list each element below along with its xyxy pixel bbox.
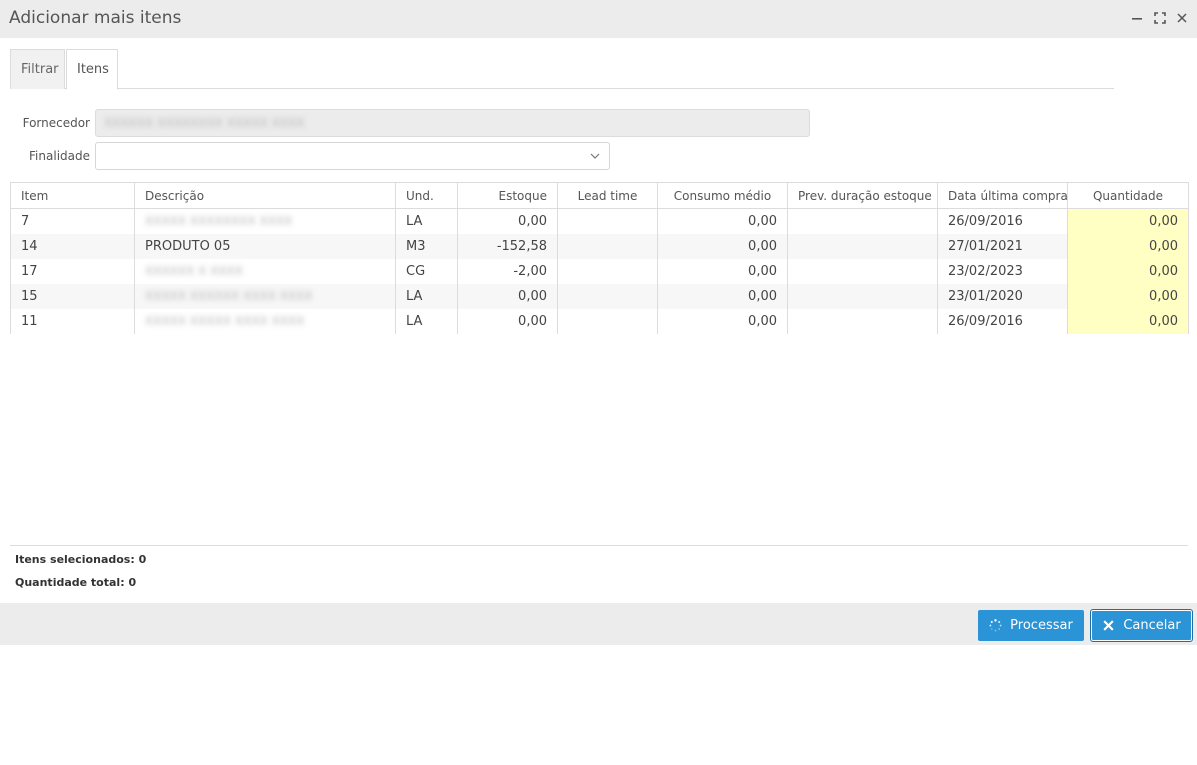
maximize-icon[interactable] <box>1153 11 1167 25</box>
cell-item: 11 <box>10 308 135 334</box>
cell-prev-duracao <box>787 233 938 259</box>
tab-filtrar[interactable]: Filtrar <box>10 49 65 89</box>
cell-und: M3 <box>395 233 458 259</box>
column-header-lead-time[interactable]: Lead time <box>557 182 658 209</box>
finalidade-select[interactable] <box>95 142 610 170</box>
cell-descricao-text: XXXXX XXXXXXXX XXXX <box>145 213 293 228</box>
cell-prev-duracao <box>787 283 938 309</box>
cell-prev-duracao <box>787 208 938 234</box>
fornecedor-field: XXXXXX XXXXXXXX XXXXX XXXX <box>95 109 810 137</box>
cell-item: 15 <box>10 283 135 309</box>
column-header-consumo-medio[interactable]: Consumo médio <box>657 182 788 209</box>
cell-consumo-medio: 0,00 <box>657 258 788 284</box>
cell-estoque: 0,00 <box>457 208 558 234</box>
cell-descricao-text: XXXXXX X XXXX <box>145 263 244 278</box>
cell-consumo-medio: 0,00 <box>657 308 788 334</box>
cell-quantidade[interactable]: 0,00 <box>1067 208 1189 234</box>
itens-selecionados-label: Itens selecionados: <box>15 553 135 566</box>
processar-button[interactable]: Processar <box>978 610 1084 641</box>
cell-consumo-medio: 0,00 <box>657 283 788 309</box>
cell-data-ultima-compra: 23/01/2020 <box>937 283 1068 309</box>
cell-item: 17 <box>10 258 135 284</box>
cell-consumo-medio: 0,00 <box>657 208 788 234</box>
cell-quantidade[interactable]: 0,00 <box>1067 233 1189 259</box>
cell-consumo-medio: 0,00 <box>657 233 788 259</box>
cell-estoque: -2,00 <box>457 258 558 284</box>
cell-descricao: PRODUTO 05 <box>134 233 396 259</box>
items-table: Item Descrição Und. Estoque Lead time Co… <box>10 182 1189 334</box>
cell-data-ultima-compra: 23/02/2023 <box>937 258 1068 284</box>
quantidade-total-value: 0 <box>128 576 137 589</box>
column-header-prev-duracao[interactable]: Prev. duração estoque <box>787 182 938 209</box>
table-row[interactable]: 15 XXXXX XXXXXX XXXX XXXX LA 0,00 0,00 23/01/… <box>10 283 1189 309</box>
quantidade-total-label: Quantidade total: <box>15 576 125 589</box>
cell-descricao: XXXXXX X XXXX <box>134 258 396 284</box>
summary-divider <box>10 545 1188 546</box>
cell-descricao: XXXXX XXXXXX XXXX XXXX <box>134 283 396 309</box>
cancelar-label: Cancelar <box>1123 618 1181 633</box>
cell-und: LA <box>395 308 458 334</box>
spinner-icon <box>989 619 1002 632</box>
cell-lead-time <box>557 208 658 234</box>
cell-descricao: XXXXX XXXXX XXXX XXXX <box>134 308 396 334</box>
column-header-quantidade[interactable]: Quantidade <box>1067 182 1189 209</box>
cell-descricao: XXXXX XXXXXXXX XXXX <box>134 208 396 234</box>
cell-lead-time <box>557 308 658 334</box>
cell-data-ultima-compra: 26/09/2016 <box>937 308 1068 334</box>
cell-estoque: -152,58 <box>457 233 558 259</box>
processar-label: Processar <box>1010 618 1073 633</box>
cell-und: LA <box>395 208 458 234</box>
tab-itens[interactable]: Itens <box>66 49 118 90</box>
cell-lead-time <box>557 283 658 309</box>
cell-descricao-text: XXXXX XXXXXX XXXX XXXX <box>145 288 313 303</box>
cell-und: CG <box>395 258 458 284</box>
window-title: Adicionar mais itens <box>9 8 182 28</box>
table-body: 7 XXXXX XXXXXXXX XXXX LA 0,00 0,00 26/09/2016… <box>10 208 1189 334</box>
cancelar-button[interactable]: Cancelar <box>1090 609 1193 642</box>
cell-quantidade[interactable]: 0,00 <box>1067 283 1189 309</box>
action-bar: Processar Cancelar <box>0 603 1197 645</box>
cell-estoque: 0,00 <box>457 283 558 309</box>
summary-quantidade-total: Quantidade total: 0 <box>15 576 136 589</box>
table-row[interactable]: 11 XXXXX XXXXX XXXX XXXX LA 0,00 0,00 26/09/2… <box>10 308 1189 334</box>
fornecedor-value: XXXXXX XXXXXXXX XXXXX XXXX <box>104 116 305 130</box>
cell-data-ultima-compra: 27/01/2021 <box>937 233 1068 259</box>
column-header-item[interactable]: Item <box>10 182 135 209</box>
cell-item: 14 <box>10 233 135 259</box>
cell-estoque: 0,00 <box>457 308 558 334</box>
close-icon[interactable] <box>1175 11 1189 25</box>
table-row[interactable]: 14 PRODUTO 05 M3 -152,58 0,00 27/01/2021 0,00 <box>10 233 1189 259</box>
cell-prev-duracao <box>787 258 938 284</box>
summary-itens-selecionados: Itens selecionados: 0 <box>15 553 146 566</box>
cell-lead-time <box>557 233 658 259</box>
cell-lead-time <box>557 258 658 284</box>
chevron-down-icon <box>590 153 600 159</box>
cell-prev-duracao <box>787 308 938 334</box>
table-header-row: Item Descrição Und. Estoque Lead time Co… <box>10 182 1189 209</box>
fornecedor-label: Fornecedor <box>22 116 90 130</box>
minimize-icon[interactable] <box>1130 11 1144 25</box>
table-row[interactable]: 7 XXXXX XXXXXXXX XXXX LA 0,00 0,00 26/09/2016… <box>10 208 1189 234</box>
items-grid: Item Descrição Und. Estoque Lead time Co… <box>10 182 1189 334</box>
cell-quantidade[interactable]: 0,00 <box>1067 308 1189 334</box>
itens-selecionados-value: 0 <box>138 553 147 566</box>
finalidade-label: Finalidade <box>29 149 90 163</box>
column-header-estoque[interactable]: Estoque <box>457 182 558 209</box>
tab-bar: Filtrar Itens <box>10 49 1114 90</box>
column-header-descricao[interactable]: Descrição <box>134 182 396 209</box>
x-icon <box>1103 620 1114 631</box>
cell-data-ultima-compra: 26/09/2016 <box>937 208 1068 234</box>
table-row[interactable]: 17 XXXXXX X XXXX CG -2,00 0,00 23/02/2023 0,00 <box>10 258 1189 284</box>
column-header-data-ultima-compra[interactable]: Data última compra <box>937 182 1068 209</box>
cell-descricao-text: XXXXX XXXXX XXXX XXXX <box>145 313 305 328</box>
cell-item: 7 <box>10 208 135 234</box>
window-titlebar: Adicionar mais itens <box>0 0 1197 38</box>
cell-und: LA <box>395 283 458 309</box>
cell-quantidade[interactable]: 0,00 <box>1067 258 1189 284</box>
column-header-und[interactable]: Und. <box>395 182 458 209</box>
